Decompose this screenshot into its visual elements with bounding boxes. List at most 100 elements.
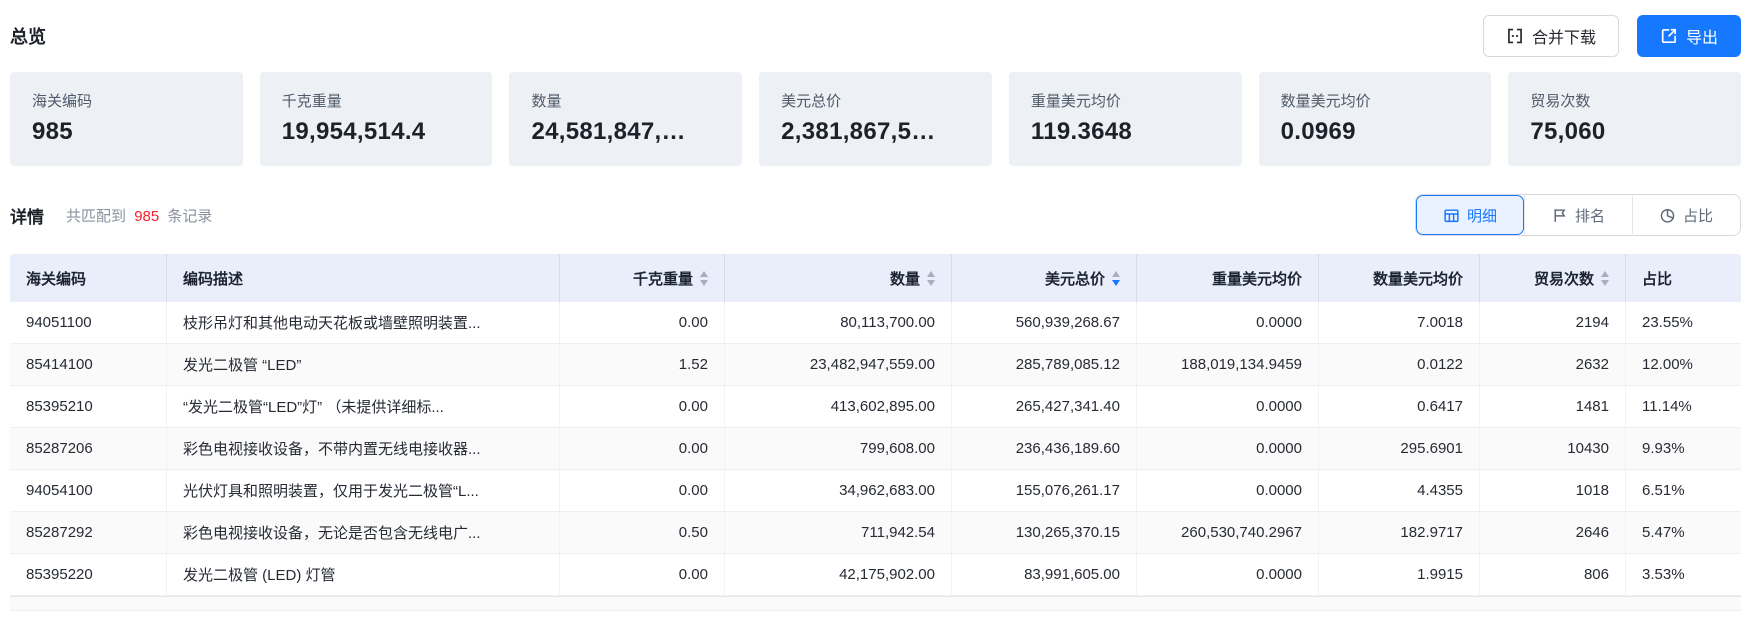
column-header-label: 海关编码 (26, 268, 86, 289)
summary-card-label: 重量美元均价 (1031, 90, 1242, 111)
tab-table[interactable]: 明细 (1416, 195, 1524, 235)
table-cell: 光伏灯具和照明装置，仅用于发光二极管“L... (167, 470, 560, 511)
table-cell: “发光二极管“LED”灯” （未提供详细标... (167, 386, 560, 427)
table-cell: 260,530,740.2967 (1137, 512, 1319, 553)
table-body: 94051100枝形吊灯和其他电动天花板或墙壁照明装置...0.0080,113… (10, 302, 1741, 611)
column-header: 数量美元均价 (1319, 254, 1480, 302)
table-cell: 2646 (1480, 512, 1626, 553)
table-cell: 0.50 (560, 512, 725, 553)
table-row: 94051100枝形吊灯和其他电动天花板或墙壁照明装置...0.0080,113… (10, 302, 1741, 344)
table-cell: 83,991,605.00 (952, 554, 1137, 595)
details-title: 详情 (10, 203, 44, 228)
table-icon (1443, 207, 1460, 224)
column-header: 编码描述 (167, 254, 560, 302)
summary-card-label: 海关编码 (32, 90, 243, 111)
column-header[interactable]: 贸易次数 (1480, 254, 1626, 302)
column-header[interactable]: 千克重量 (560, 254, 725, 302)
tab-pie[interactable]: 占比 (1632, 195, 1740, 235)
summary-card-value: 19,954,514.4 (282, 118, 493, 146)
table-cell: 285,789,085.12 (952, 344, 1137, 385)
table-cell: 42,175,902.00 (725, 554, 952, 595)
column-header-label: 重量美元均价 (1212, 268, 1302, 289)
table-cell: 85414100 (10, 344, 167, 385)
summary-card-value: 985 (32, 118, 243, 146)
match-count: 985 (130, 208, 163, 225)
summary-card-label: 数量 (531, 90, 742, 111)
table-cell: 711,942.54 (725, 512, 952, 553)
summary-card-value: 119.3648 (1031, 118, 1242, 146)
sort-carets-icon[interactable] (1601, 271, 1609, 286)
table-cell: 295.6901 (1319, 428, 1480, 469)
sort-carets-icon[interactable] (1112, 271, 1120, 286)
table-cell: 85395210 (10, 386, 167, 427)
table-cell: 0.0000 (1137, 302, 1319, 343)
tab-ranking[interactable]: 排名 (1524, 195, 1632, 235)
table-cell: 12.00% (1626, 344, 1741, 385)
column-header: 海关编码 (10, 254, 167, 302)
column-header-label: 美元总价 (1045, 268, 1105, 289)
table-cell: 4.4355 (1319, 470, 1480, 511)
column-header-label: 占比 (1642, 268, 1672, 289)
table-cell: 1.52 (560, 344, 725, 385)
page-title: 总览 (10, 23, 46, 49)
table-cell: 413,602,895.00 (725, 386, 952, 427)
table-cell: 10430 (1480, 428, 1626, 469)
table-cell: 11.14% (1626, 386, 1741, 427)
table-cell: 2632 (1480, 344, 1626, 385)
table-cell: 236,436,189.60 (952, 428, 1137, 469)
summary-card-label: 千克重量 (282, 90, 493, 111)
export-icon (1660, 27, 1678, 45)
export-button[interactable]: 导出 (1637, 15, 1741, 57)
table-cell: 2194 (1480, 302, 1626, 343)
table-cell: 5.47% (1626, 512, 1741, 553)
table-cell: 3.53% (1626, 554, 1741, 595)
merge-download-button[interactable]: 合并下载 (1483, 15, 1619, 57)
summary-cards: 海关编码 985 千克重量 19,954,514.4 数量 24,581,847,… 美元总… (10, 72, 1741, 166)
table-row: 85287292彩色电视接收设备，无论是否包含无线电广...0.50711,94… (10, 512, 1741, 554)
table-cell: 0.00 (560, 470, 725, 511)
summary-card: 美元总价2,381,867,5… (759, 72, 992, 166)
summary-card-value: 24,581,847,… (531, 118, 742, 146)
tab-label: 排名 (1575, 205, 1605, 226)
tab-label: 明细 (1467, 205, 1497, 226)
table-cell: 94054100 (10, 470, 167, 511)
table-cell: 0.0000 (1137, 470, 1319, 511)
column-header[interactable]: 美元总价 (952, 254, 1137, 302)
summary-card: 数量美元均价 0.0969 (1259, 72, 1492, 166)
table-cell: 彩色电视接收设备，不带内置无线电接收器... (167, 428, 560, 469)
table-cell: 0.00 (560, 302, 725, 343)
column-header[interactable]: 数量 (725, 254, 952, 302)
table-cell: 34,962,683.00 (725, 470, 952, 511)
table-cell: 彩色电视接收设备，无论是否包含无线电广... (167, 512, 560, 553)
summary-card-label: 数量美元均价 (1281, 90, 1492, 111)
summary-card: 海关编码 985 (10, 72, 243, 166)
table-cell: 0.00 (560, 386, 725, 427)
table-cell: 94051100 (10, 302, 167, 343)
column-header-label: 贸易次数 (1534, 268, 1594, 289)
table-row: 85395220发光二极管 (LED) 灯管0.0042,175,902.008… (10, 554, 1741, 596)
table-cell: 80,113,700.00 (725, 302, 952, 343)
column-header-label: 千克重量 (633, 268, 693, 289)
summary-card-label: 贸易次数 (1530, 90, 1741, 111)
summary-card-value: 0.0969 (1281, 118, 1492, 146)
table-cell: 85287206 (10, 428, 167, 469)
table-cell: 6.51% (1626, 470, 1741, 511)
table-cell: 799,608.00 (725, 428, 952, 469)
table-cell: 0.0000 (1137, 386, 1319, 427)
table-row: 85395210“发光二极管“LED”灯” （未提供详细标...0.00413,… (10, 386, 1741, 428)
table-cell: 1018 (1480, 470, 1626, 511)
match-summary: 共匹配到 985 条记录 (66, 205, 212, 226)
table-row: 94054100光伏灯具和照明装置，仅用于发光二极管“L...0.0034,96… (10, 470, 1741, 512)
table-cell: 265,427,341.40 (952, 386, 1137, 427)
table-cell: 0.0000 (1137, 428, 1319, 469)
sort-carets-icon[interactable] (700, 271, 708, 286)
column-header-label: 数量美元均价 (1373, 268, 1463, 289)
summary-card: 数量 24,581,847,… (509, 72, 742, 166)
column-header-label: 数量 (890, 268, 920, 289)
merge-download-label: 合并下载 (1532, 24, 1596, 48)
table-cell: 0.00 (560, 428, 725, 469)
table-cell: 130,265,370.15 (952, 512, 1137, 553)
table-row: 85287206彩色电视接收设备，不带内置无线电接收器...0.00799,60… (10, 428, 1741, 470)
sort-carets-icon[interactable] (927, 271, 935, 286)
table-cell: 23,482,947,559.00 (725, 344, 952, 385)
